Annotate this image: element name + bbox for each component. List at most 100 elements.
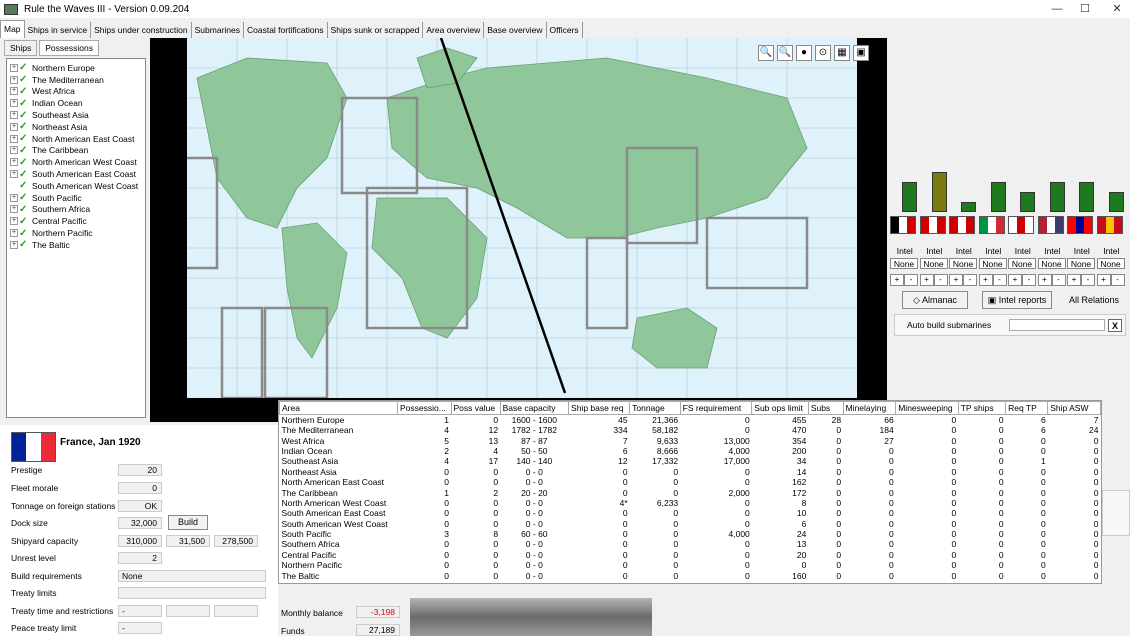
tree-item[interactable]: + ✓ Central Pacific xyxy=(7,215,145,227)
table-row[interactable]: South American East Coast 0 0 0 - 0 0 0 0 10 0 0 0… xyxy=(280,508,1101,518)
expand-icon[interactable]: + xyxy=(10,111,18,120)
tree-item[interactable]: + ✓ Indian Ocean xyxy=(7,97,145,109)
intel-increase-button[interactable]: + xyxy=(890,274,904,286)
subtab-ships[interactable]: Ships xyxy=(4,40,38,56)
table-row[interactable]: Northeast Asia 0 0 0 - 0 0 0 0 14 0 0 0 0 0 0 xyxy=(280,467,1101,477)
column-header[interactable]: Possessio... xyxy=(396,401,452,415)
column-header[interactable]: TP ships xyxy=(957,401,1007,415)
tree-item[interactable]: + ✓ North American West Coast xyxy=(7,156,145,168)
column-header[interactable]: Subs xyxy=(807,401,844,415)
expand-icon[interactable]: + xyxy=(10,193,18,202)
intel-decrease-button[interactable]: - xyxy=(1110,274,1125,286)
all-relations-button[interactable]: All Relations xyxy=(1062,291,1126,309)
intel-decrease-button[interactable]: - xyxy=(992,274,1007,286)
subtab-possessions[interactable]: Possessions xyxy=(39,40,99,56)
nation-flag-icon[interactable] xyxy=(1037,216,1064,234)
map-ocean[interactable] xyxy=(175,38,857,400)
intel-increase-button[interactable]: + xyxy=(949,274,963,286)
tree-item[interactable]: ✓ South American West Coast xyxy=(7,180,145,192)
column-header[interactable]: Base capacity xyxy=(499,401,570,415)
nation-flag-icon[interactable] xyxy=(919,216,946,234)
table-row[interactable]: The Caribbean 1 2 20 - 20 0 0 2,000 172 0 0 0 0 0 0 xyxy=(280,487,1101,498)
intel-increase-button[interactable]: + xyxy=(1067,274,1081,286)
tree-item[interactable]: + ✓ The Baltic xyxy=(7,239,145,251)
nation-flag-icon[interactable] xyxy=(890,216,916,234)
tab-area-overview[interactable]: Area overview xyxy=(423,22,485,38)
table-row[interactable]: Indian Ocean 2 4 50 - 50 6 8,666 4,000 200 0 0 0 0 0… xyxy=(280,446,1101,456)
intel-decrease-button[interactable]: - xyxy=(963,274,977,286)
column-header[interactable]: Poss value xyxy=(450,401,501,415)
intel-increase-button[interactable]: + xyxy=(978,274,993,286)
expand-icon[interactable]: + xyxy=(10,170,18,179)
intel-reports-button[interactable]: ▣ Intel reports xyxy=(982,291,1052,309)
tab-coastal-fortifications[interactable]: Coastal fortifications xyxy=(244,22,328,38)
column-header[interactable]: FS requirement xyxy=(679,401,753,415)
intel-decrease-button[interactable]: - xyxy=(933,274,948,286)
nation-flag-icon[interactable] xyxy=(1008,216,1034,234)
intel-increase-button[interactable]: + xyxy=(919,274,934,286)
column-header[interactable]: Ship ASW xyxy=(1047,401,1101,415)
column-header[interactable]: Area xyxy=(279,401,398,415)
expand-icon[interactable]: + xyxy=(10,158,18,167)
tree-item[interactable]: + ✓ West Africa xyxy=(7,86,145,98)
table-row[interactable]: South American West Coast 0 0 0 - 0 0 0 0 6 0 0 0 0… xyxy=(280,519,1101,529)
intel-decrease-button[interactable]: - xyxy=(1081,274,1095,286)
column-header[interactable]: Sub ops limit xyxy=(751,401,809,415)
intel-increase-button[interactable]: + xyxy=(1096,274,1111,286)
expand-icon[interactable]: + xyxy=(10,229,18,238)
column-header[interactable]: Minelaying xyxy=(842,401,897,415)
expand-icon[interactable]: + xyxy=(10,146,18,155)
nation-flag-icon[interactable] xyxy=(949,216,975,234)
table-row[interactable]: South Pacific 3 8 60 - 60 0 0 4,000 24 0 0 0 0 0 0 xyxy=(280,529,1101,539)
table-row[interactable]: Southeast Asia 4 17 140 - 140 12 17,332 17,000… xyxy=(280,456,1101,466)
auto-build-clear-button[interactable]: X xyxy=(1108,319,1122,332)
expand-icon[interactable]: + xyxy=(10,217,18,226)
table-row[interactable]: The Baltic 0 0 0 - 0 0 0 0 160 0 0 0 0 0 0 xyxy=(280,570,1101,581)
tree-item[interactable]: + ✓ Northern Pacific xyxy=(7,227,145,239)
tree-item[interactable]: + ✓ The Caribbean xyxy=(7,145,145,157)
tree-item[interactable]: + ✓ Northern Europe xyxy=(7,62,145,74)
expand-icon[interactable] xyxy=(10,182,18,190)
expand-icon[interactable]: + xyxy=(10,205,18,214)
auto-build-field[interactable] xyxy=(1009,319,1105,331)
expand-icon[interactable]: + xyxy=(10,63,18,72)
column-header[interactable]: Minesweeping xyxy=(895,401,959,415)
tab-ships-sunk-or-scrapped[interactable]: Ships sunk or scrapped xyxy=(328,22,424,38)
tree-item[interactable]: + ✓ The Mediterranean xyxy=(7,74,145,86)
table-row[interactable]: Northern Pacific 0 0 0 - 0 0 0 0 0 0 0 0 0 0 0 xyxy=(280,560,1101,570)
nation-flag-icon[interactable] xyxy=(1096,216,1123,234)
expand-icon[interactable]: + xyxy=(10,122,18,131)
table-row[interactable]: Southern Africa 0 0 0 - 0 0 0 0 13 0 0 0 0 0 0 xyxy=(280,539,1101,549)
intel-decrease-button[interactable]: - xyxy=(904,274,918,286)
tab-ships-under-construction[interactable]: Ships under construction xyxy=(91,22,192,38)
tree-item[interactable]: + ✓ Southeast Asia xyxy=(7,109,145,121)
nation-flag-icon[interactable] xyxy=(978,216,1005,234)
almanac-button[interactable]: ◇ Almanac xyxy=(902,291,968,309)
tab-base-overview[interactable]: Base overview xyxy=(484,22,547,38)
expand-icon[interactable]: + xyxy=(10,75,18,84)
table-row[interactable]: Northern Europe 1 0 1600 - 1600 45 21,366 0 455… xyxy=(280,415,1101,426)
expand-icon[interactable]: + xyxy=(10,87,18,96)
tree-item[interactable]: + ✓ Southern Africa xyxy=(7,204,145,216)
expand-icon[interactable]: + xyxy=(10,134,18,143)
zoom-in-icon[interactable]: 🔍 xyxy=(758,45,774,61)
layers-icon[interactable]: ▣ xyxy=(853,45,869,61)
grid-icon[interactable]: ▦ xyxy=(834,45,850,61)
expand-icon[interactable]: + xyxy=(10,240,18,249)
intel-decrease-button[interactable]: - xyxy=(1051,274,1066,286)
table-row[interactable]: North American West Coast 0 0 0 - 0 4* 6,233 0… xyxy=(280,498,1101,508)
table-row[interactable]: The Mediterranean 4 12 1782 - 1782 334 58,182… xyxy=(280,425,1101,435)
intel-increase-button[interactable]: + xyxy=(1008,274,1022,286)
tab-map[interactable]: Map xyxy=(0,20,25,38)
tree-item[interactable]: + ✓ Northeast Asia xyxy=(7,121,145,133)
column-header[interactable]: Tonnage xyxy=(629,401,681,415)
tab-submarines[interactable]: Submarines xyxy=(192,22,244,38)
tree-item[interactable]: + ✓ South Pacific xyxy=(7,192,145,204)
tab-ships-in-service[interactable]: Ships in service xyxy=(25,22,92,38)
tree-item[interactable]: + ✓ North American East Coast xyxy=(7,133,145,145)
intel-decrease-button[interactable]: - xyxy=(1022,274,1036,286)
tree-item[interactable]: + ✓ South American East Coast xyxy=(7,168,145,180)
tab-officers[interactable]: Officers xyxy=(547,22,583,38)
column-header[interactable]: Req TP xyxy=(1005,401,1049,415)
expand-icon[interactable]: + xyxy=(10,99,18,108)
